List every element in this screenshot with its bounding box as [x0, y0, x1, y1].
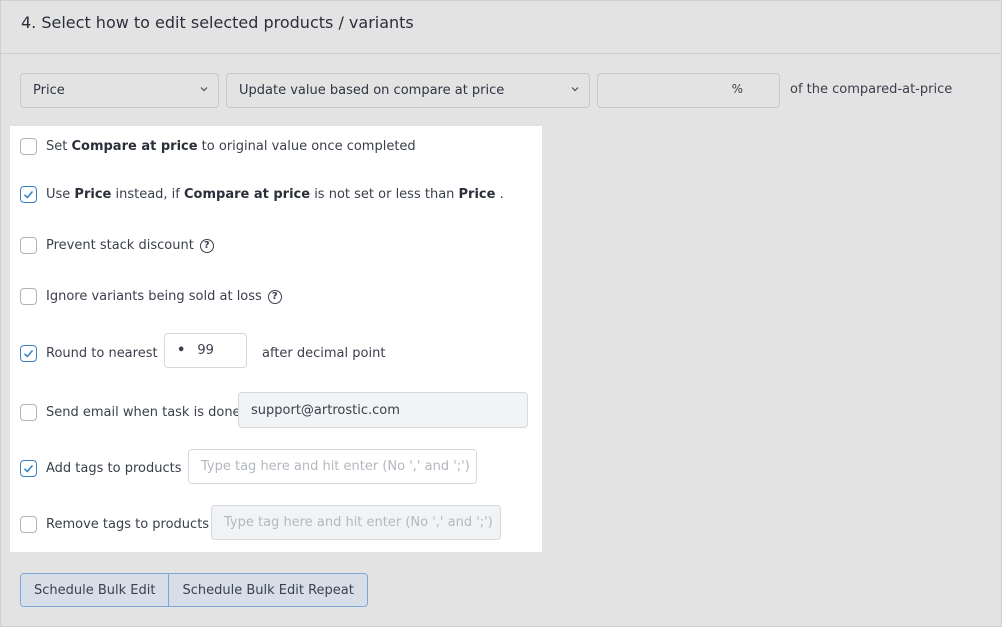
- help-icon[interactable]: ?: [267, 289, 282, 304]
- field-select-value: Price: [33, 83, 65, 98]
- option-ignore-loss: Ignore variants being sold at loss ?: [20, 288, 282, 305]
- add-tags-input[interactable]: Type tag here and hit enter (No ',' and …: [188, 449, 477, 484]
- decimal-dot: •: [177, 343, 186, 358]
- remove-tags-label: Remove tags to products: [46, 517, 210, 532]
- section-title: 4. Select how to edit selected products …: [21, 13, 414, 32]
- add-tags-placeholder: Type tag here and hit enter (No ',' and …: [201, 459, 470, 474]
- check-icon: [23, 349, 34, 358]
- prevent-stack-checkbox[interactable]: [20, 237, 37, 254]
- mode-select-value: Update value based on compare at price: [239, 83, 505, 98]
- use-price-checkbox[interactable]: [20, 186, 37, 203]
- option-prevent-stack: Prevent stack discount ?: [20, 237, 214, 254]
- remove-tags-placeholder: Type tag here and hit enter (No ',' and …: [224, 515, 493, 530]
- help-icon[interactable]: ?: [199, 238, 214, 253]
- add-tags-label: Add tags to products: [46, 461, 182, 476]
- ignore-loss-checkbox[interactable]: [20, 288, 37, 305]
- option-use-price: Use Price instead, if Compare at price i…: [20, 186, 504, 203]
- percent-input[interactable]: %: [597, 73, 780, 108]
- round-value-input[interactable]: • 99: [164, 333, 247, 368]
- option-remove-tags: Remove tags to products: [20, 516, 209, 533]
- set-compare-checkbox[interactable]: [20, 138, 37, 155]
- set-compare-label: Set Compare at price to original value o…: [46, 139, 416, 154]
- ignore-loss-label: Ignore variants being sold at loss: [46, 289, 262, 304]
- option-send-email: Send email when task is done: [20, 404, 241, 421]
- round-after-label: after decimal point: [262, 346, 386, 361]
- option-set-compare: Set Compare at price to original value o…: [20, 138, 416, 155]
- email-field[interactable]: support@artrostic.com: [238, 392, 528, 428]
- option-add-tags: Add tags to products: [20, 460, 181, 477]
- round-value: 99: [197, 343, 214, 358]
- chevron-down-icon: [200, 87, 208, 92]
- field-select[interactable]: Price: [20, 73, 219, 108]
- prevent-stack-label: Prevent stack discount: [46, 238, 194, 253]
- round-checkbox[interactable]: [20, 345, 37, 362]
- percent-suffix-label: of the compared-at-price: [790, 82, 953, 97]
- check-icon: [23, 190, 34, 199]
- schedule-button-group: Schedule Bulk Edit Schedule Bulk Edit Re…: [20, 573, 368, 607]
- send-email-checkbox[interactable]: [20, 404, 37, 421]
- chevron-down-icon: [571, 87, 579, 92]
- send-email-label: Send email when task is done: [46, 405, 241, 420]
- percent-unit: %: [731, 82, 743, 96]
- add-tags-checkbox[interactable]: [20, 460, 37, 477]
- schedule-bulk-edit-repeat-button[interactable]: Schedule Bulk Edit Repeat: [168, 574, 367, 606]
- email-value: support@artrostic.com: [251, 402, 400, 418]
- remove-tags-input[interactable]: Type tag here and hit enter (No ',' and …: [211, 505, 501, 540]
- section-divider: [1, 53, 1001, 54]
- check-icon: [23, 464, 34, 473]
- round-label: Round to nearest: [46, 346, 158, 361]
- schedule-bulk-edit-button[interactable]: Schedule Bulk Edit: [21, 574, 169, 606]
- remove-tags-checkbox[interactable]: [20, 516, 37, 533]
- mode-select[interactable]: Update value based on compare at price: [226, 73, 590, 108]
- option-round: Round to nearest: [20, 345, 158, 362]
- use-price-label: Use Price instead, if Compare at price i…: [46, 187, 504, 202]
